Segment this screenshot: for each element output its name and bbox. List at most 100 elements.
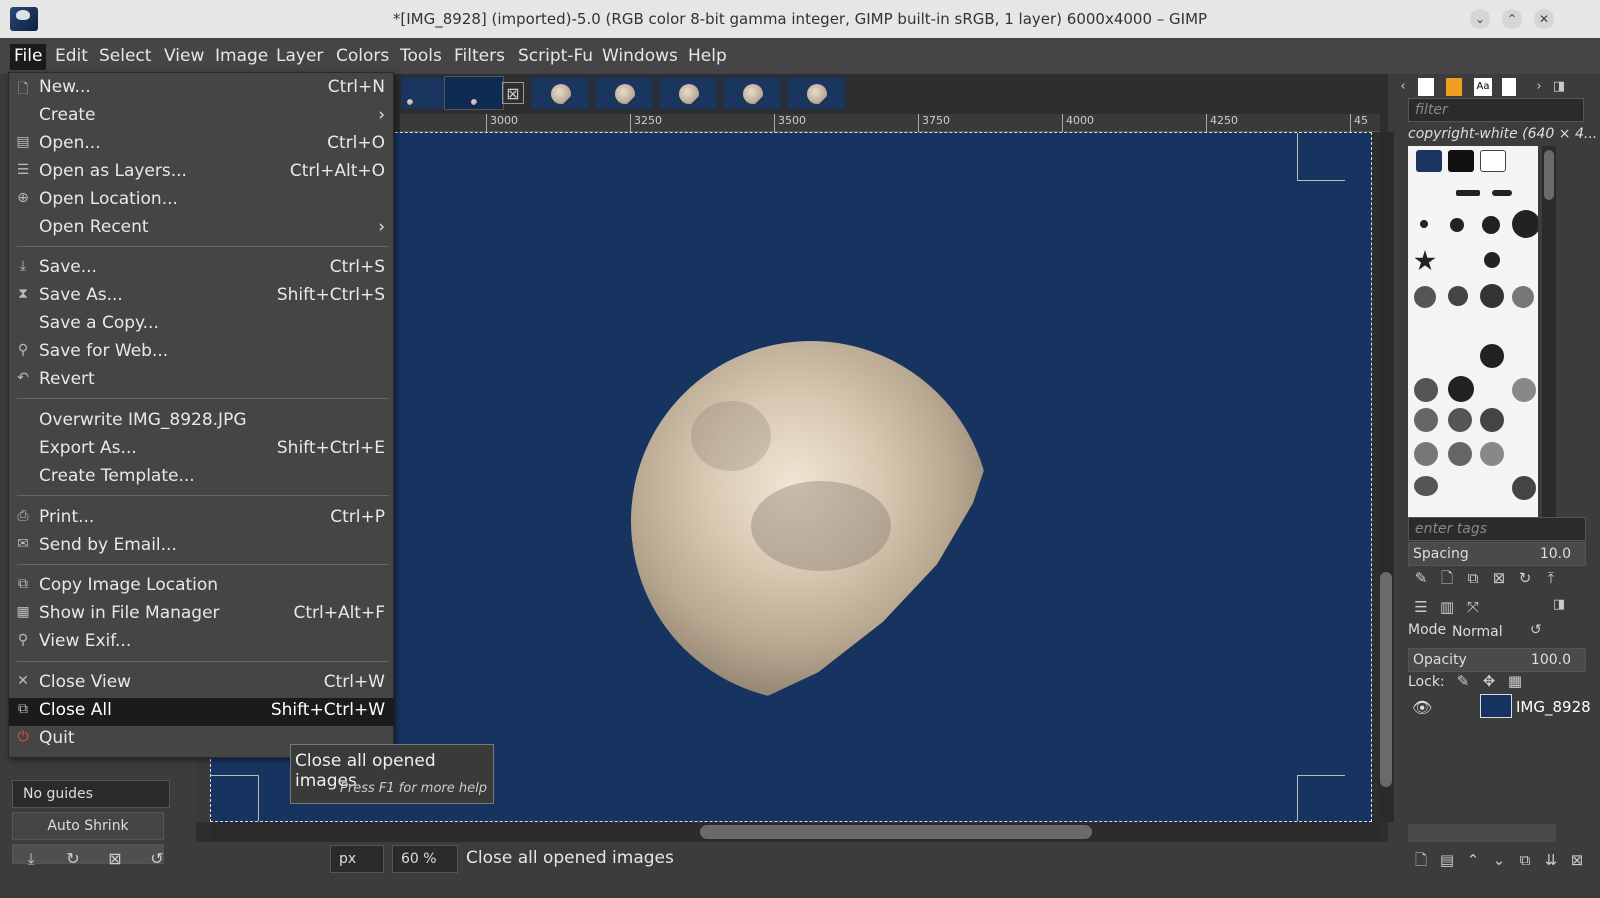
brush-item[interactable] [1448, 442, 1472, 466]
spacing-spinner[interactable]: Spacing 10.0 [1408, 542, 1586, 566]
menu-close-all[interactable]: ⧉ Close All Shift+Ctrl+W [9, 698, 395, 726]
menu-tools[interactable]: Tools [396, 44, 446, 70]
menu-colors[interactable]: Colors [332, 44, 393, 70]
menu-new[interactable]: 🗋 New... Ctrl+N [9, 75, 395, 103]
menu-create-template[interactable]: Create Template... [9, 464, 395, 492]
patterns-tab-icon[interactable] [1446, 78, 1462, 96]
open-brush-icon[interactable]: ⤒ [1538, 569, 1564, 587]
brush-item[interactable] [1480, 408, 1504, 432]
vertical-scrollbar[interactable] [1378, 132, 1394, 822]
brush-item[interactable] [1416, 150, 1442, 172]
unit-select[interactable]: px [330, 845, 384, 873]
image-tab[interactable] [722, 76, 782, 110]
brush-item[interactable] [1414, 378, 1438, 402]
brush-item[interactable] [1414, 476, 1438, 496]
menu-view[interactable]: View [160, 44, 208, 70]
paths-tab-icon[interactable]: ⤧ [1460, 598, 1486, 616]
new-group-icon[interactable]: ▤ [1434, 851, 1460, 869]
dock-menu-icon[interactable]: ◨ [1550, 596, 1568, 614]
channels-tab-icon[interactable]: ▥ [1434, 598, 1460, 616]
menu-send-by-email[interactable]: ✉ Send by Email... [9, 533, 395, 561]
image-tab[interactable] [530, 76, 590, 110]
menu-image[interactable]: Image [211, 44, 272, 70]
restore-preset-icon[interactable]: ↻ [62, 848, 84, 870]
menu-save[interactable]: ⤓ Save... Ctrl+S [9, 255, 395, 283]
image-tab[interactable] [594, 76, 654, 110]
brushes-tab-icon[interactable] [1418, 78, 1434, 96]
menu-file[interactable]: File [10, 44, 47, 70]
save-preset-icon[interactable]: ⤓ [20, 848, 42, 870]
zoom-select[interactable]: 60 % [392, 845, 458, 873]
brush-item[interactable] [1480, 344, 1504, 368]
lock-alpha-icon[interactable]: ▦ [1502, 672, 1528, 690]
menu-save-as[interactable]: ⧗ Save As... Shift+Ctrl+S [9, 283, 395, 311]
maximize-button[interactable]: ⌃ [1502, 9, 1522, 29]
layers-scrollbar[interactable] [1408, 824, 1556, 842]
image-tab[interactable] [658, 76, 718, 110]
image-tab[interactable] [444, 76, 504, 110]
menu-create[interactable]: Create › [9, 103, 395, 131]
brush-grid[interactable] [1408, 146, 1538, 526]
brush-item[interactable] [1450, 218, 1464, 232]
lower-layer-icon[interactable]: ⌄ [1486, 851, 1512, 869]
menu-overwrite[interactable]: Overwrite IMG_8928.JPG [9, 408, 395, 436]
brush-item[interactable] [1414, 408, 1438, 432]
menu-export-as[interactable]: Export As... Shift+Ctrl+E [9, 436, 395, 464]
duplicate-layer-icon[interactable]: ⧉ [1512, 851, 1538, 869]
menu-windows[interactable]: Windows [598, 44, 682, 70]
merge-layer-icon[interactable]: ⇊ [1538, 851, 1564, 869]
menu-print[interactable]: ⎙ Print... Ctrl+P [9, 505, 395, 533]
edit-brush-icon[interactable]: ✎ [1408, 569, 1434, 587]
mode-reset-icon[interactable]: ↺ [1530, 622, 1542, 638]
menu-open-as-layers[interactable]: ☰ Open as Layers... Ctrl+Alt+O [9, 159, 395, 187]
brush-item[interactable] [1512, 210, 1538, 238]
brush-item[interactable] [1482, 216, 1500, 234]
menu-copy-image-location[interactable]: ⧉ Copy Image Location [9, 573, 395, 601]
image-tab[interactable] [786, 76, 846, 110]
lock-position-icon[interactable]: ✥ [1476, 672, 1502, 690]
raise-layer-icon[interactable]: ⌃ [1460, 851, 1486, 869]
new-brush-icon[interactable]: 🗋 [1434, 568, 1460, 593]
menu-save-a-copy[interactable]: Save a Copy... [9, 311, 395, 339]
brush-item[interactable] [1448, 376, 1474, 402]
brush-item[interactable] [1512, 378, 1536, 402]
document-tab-icon[interactable] [1502, 78, 1516, 96]
brush-item[interactable] [1512, 476, 1536, 500]
menu-open-recent[interactable]: Open Recent › [9, 215, 395, 243]
menu-filters[interactable]: Filters [450, 44, 509, 70]
brush-item[interactable] [1480, 442, 1504, 466]
refresh-brushes-icon[interactable]: ↻ [1512, 569, 1538, 587]
close-tab-icon[interactable]: ⊠ [502, 82, 524, 104]
menu-save-for-web[interactable]: ⚲ Save for Web... [9, 339, 395, 367]
menu-show-in-file-manager[interactable]: ▦ Show in File Manager Ctrl+Alt+F [9, 601, 395, 629]
menu-view-exif[interactable]: ⚲ View Exif... [9, 629, 395, 657]
brush-item[interactable] [1448, 150, 1474, 172]
brush-item[interactable] [1512, 286, 1534, 308]
fonts-tab-icon[interactable]: Aa [1474, 78, 1492, 96]
delete-layer-icon[interactable]: ⊠ [1564, 851, 1590, 869]
menu-close-view[interactable]: ✕ Close View Ctrl+W [9, 670, 395, 698]
brush-item[interactable] [1480, 150, 1506, 172]
new-layer-icon[interactable]: 🗋 [1408, 850, 1434, 875]
layers-tab-icon[interactable]: ☰ [1408, 598, 1434, 616]
delete-brush-icon[interactable]: ⊠ [1486, 569, 1512, 587]
opacity-spinner[interactable]: Opacity 100.0 [1408, 648, 1586, 672]
brush-item[interactable] [1414, 286, 1436, 308]
layer-row[interactable]: 👁 IMG_8928 [1408, 694, 1598, 724]
menu-help[interactable]: Help [684, 44, 731, 70]
chevron-left-icon[interactable]: ‹ [1394, 78, 1412, 96]
guides-select[interactable]: No guides [12, 780, 170, 808]
duplicate-brush-icon[interactable]: ⧉ [1460, 569, 1486, 587]
chevron-right-icon[interactable]: › [1530, 78, 1548, 96]
reset-preset-icon[interactable]: ↺ [146, 848, 168, 870]
dock-menu-icon[interactable]: ◨ [1550, 78, 1568, 96]
brush-item[interactable] [1480, 284, 1504, 308]
close-window-button[interactable]: ✕ [1534, 9, 1554, 29]
menu-open-location[interactable]: ⊕ Open Location... [9, 187, 395, 215]
lock-pixels-icon[interactable]: ✎ [1450, 672, 1476, 690]
visibility-eye-icon[interactable]: 👁 [1412, 698, 1432, 717]
minimize-button[interactable]: ⌄ [1470, 9, 1490, 29]
brush-filter-input[interactable]: filter [1408, 98, 1584, 122]
menu-select[interactable]: Select [95, 44, 155, 70]
brush-item[interactable] [1414, 250, 1436, 271]
